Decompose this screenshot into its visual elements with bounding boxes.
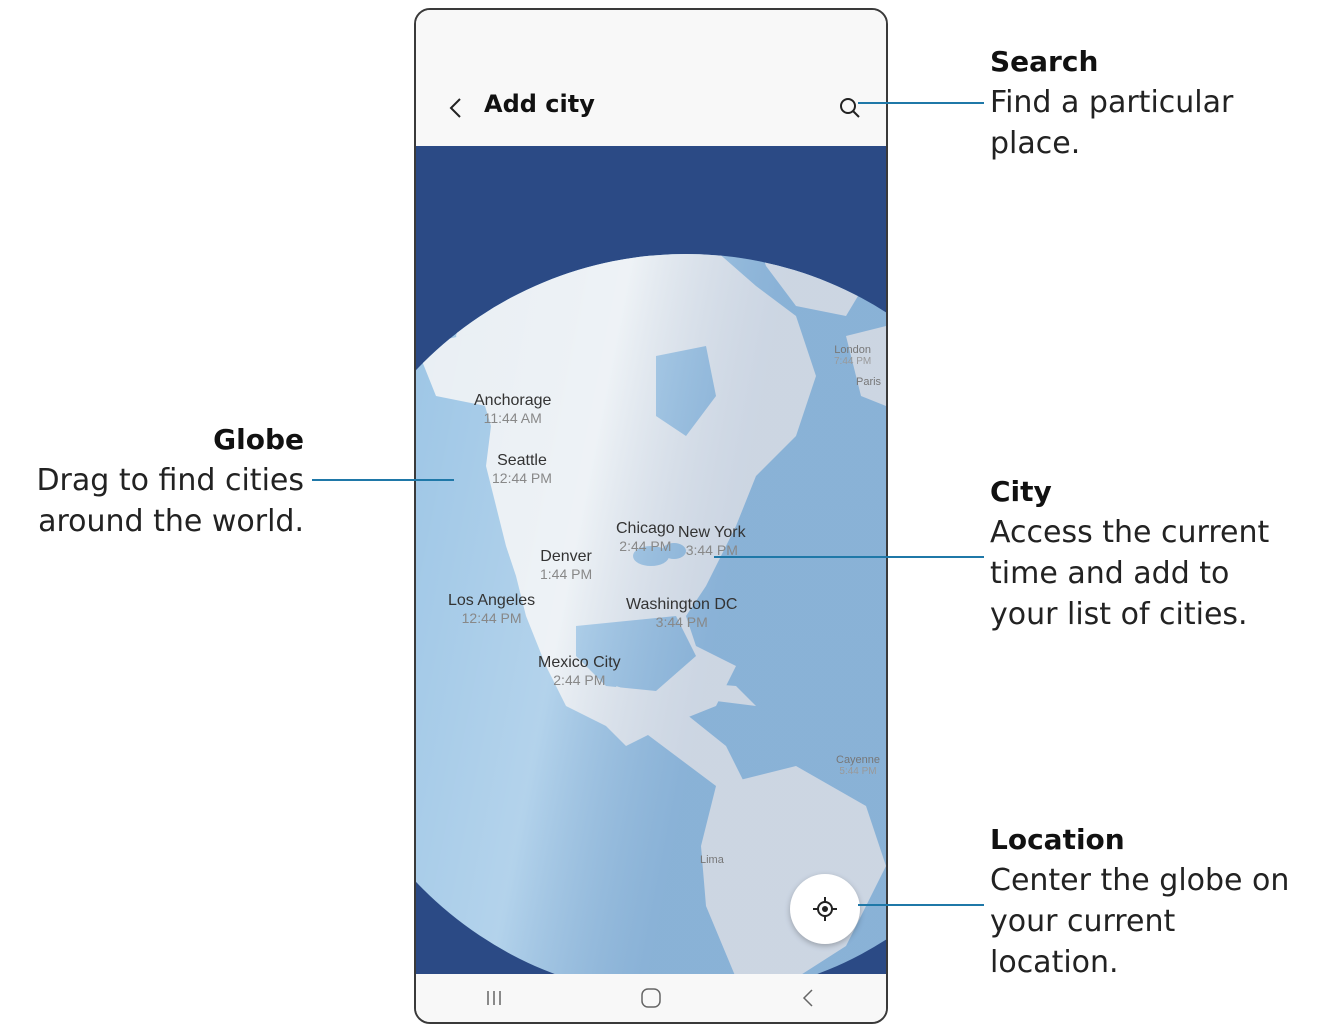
callout-title: Search [990,45,1099,78]
callout-search: Search Find a particular place. [990,42,1233,164]
callout-title: Globe [213,423,304,456]
recent-apps-icon [487,991,502,1005]
city-name: Anchorage [474,392,552,409]
callout-desc-line: time and add to [990,556,1230,591]
callout-desc-line: Access the current [990,515,1270,550]
city-time: 11:44 AM [483,410,542,426]
callout-title: City [990,475,1052,508]
phone-screen: Add city Anchorage 11:44 AM Seattle 12:4… [414,8,888,1024]
search-icon [840,98,860,118]
back-nav-button[interactable] [778,978,838,1018]
my-location-button[interactable] [790,874,860,944]
callout-desc-line: Drag to find cities [36,463,304,498]
app-bar: Add city [416,10,886,146]
city-marker-washington-dc[interactable]: Washington DC 3:44 PM [626,596,737,630]
callout-title: Location [990,823,1125,856]
globe-view[interactable]: Anchorage 11:44 AM Seattle 12:44 PM Chic… [416,146,886,978]
callout-line-city [714,556,984,558]
city-time: 12:44 PM [492,470,552,486]
city-time: 2:44 PM [553,672,606,688]
callout-desc-line: place. [990,126,1081,161]
globe[interactable] [416,146,886,978]
city-marker-mexico-city[interactable]: Mexico City 2:44 PM [538,654,621,688]
page-title: Add city [484,90,595,118]
city-time: 12:44 PM [461,610,522,626]
system-nav-bar [416,974,886,1022]
callout-line-search [858,102,984,104]
city-name: Chicago [616,520,675,537]
city-name: Los Angeles [448,592,536,609]
city-time: 1:44 PM [540,566,593,582]
search-button[interactable] [832,90,868,126]
callout-line-location [858,904,984,906]
home-icon [641,988,661,1008]
city-marker-anchorage[interactable]: Anchorage 11:44 AM [474,392,551,426]
city-time: 5:44 PM [839,766,877,777]
city-time: 7:44 PM [834,356,872,367]
city-marker-los-angeles[interactable]: Los Angeles 12:44 PM [448,592,535,626]
city-marker-paris[interactable]: Paris [856,376,881,388]
city-name: Paris [856,376,882,388]
city-name: London [834,344,871,356]
city-name: Cayenne [836,754,881,766]
city-marker-seattle[interactable]: Seattle 12:44 PM [492,452,552,486]
callout-location: Location Center the globe on your curren… [990,820,1289,983]
city-marker-lima[interactable]: Lima [700,854,724,866]
callout-globe: Globe Drag to find cities around the wor… [0,420,304,542]
city-name: Mexico City [538,654,621,671]
city-name: Denver [540,548,592,565]
callout-line-globe [312,479,454,481]
city-name: Seattle [497,452,547,469]
callout-desc-line: your list of cities. [990,597,1248,632]
city-marker-new-york[interactable]: New York 3:44 PM [678,524,746,558]
city-marker-london[interactable]: London 7:44 PM [834,344,871,367]
my-location-icon [813,897,837,921]
city-time: 3:44 PM [655,614,708,630]
callout-desc-line: Find a particular [990,85,1234,120]
city-name: New York [678,524,746,541]
callout-desc-line: Center the globe on [990,863,1290,898]
callout-city: City Access the current time and add to … [990,472,1269,635]
city-marker-cayenne[interactable]: Cayenne 5:44 PM [836,754,880,777]
back-icon [802,989,813,1007]
callout-desc-line: location. [990,945,1119,980]
callout-desc-line: your current [990,904,1176,939]
city-name: Lima [700,854,724,866]
callout-desc-line: around the world. [38,504,304,539]
home-button[interactable] [621,978,681,1018]
city-time: 2:44 PM [619,538,672,554]
city-marker-denver[interactable]: Denver 1:44 PM [540,548,592,582]
city-name: Washington DC [626,596,738,613]
city-marker-chicago[interactable]: Chicago 2:44 PM [616,520,675,554]
recent-apps-button[interactable] [464,978,524,1018]
back-button[interactable] [438,90,474,126]
back-chevron-icon [449,98,461,118]
